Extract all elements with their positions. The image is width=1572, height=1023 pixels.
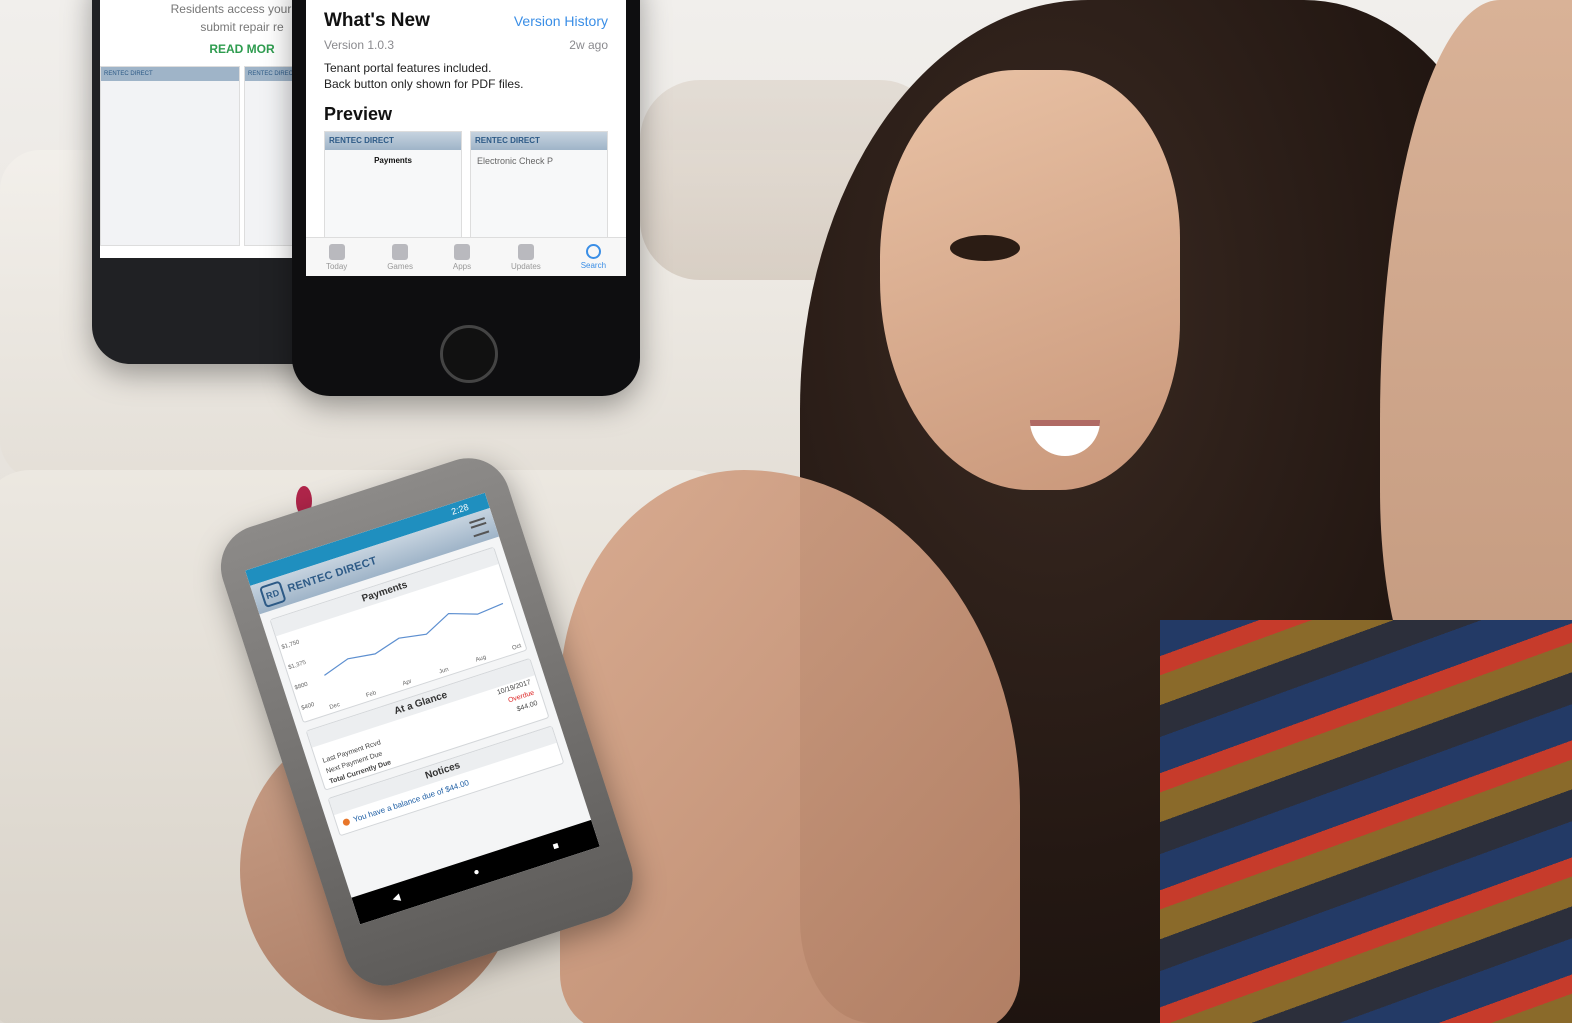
x-tick-label: Dec [329, 702, 341, 711]
tab-label: Apps [452, 261, 472, 271]
tab-label: Search [580, 261, 607, 270]
tab-search[interactable]: Search [581, 244, 606, 270]
x-tick-label: Feb [365, 690, 377, 699]
tab-apps[interactable]: Apps [452, 243, 472, 271]
x-tick-label: Oct [512, 643, 523, 652]
preview-thumbnail[interactable]: RENTEC DIRECT Payments [324, 131, 462, 253]
tab-games[interactable]: Games [387, 243, 413, 271]
whats-new-heading: What's New [324, 10, 430, 31]
thumb-title: Payments [374, 156, 412, 165]
download-icon [517, 243, 534, 260]
today-icon [328, 243, 345, 260]
tab-label: Updates [511, 261, 541, 271]
tab-label: Games [387, 261, 413, 271]
y-tick-label: $1,750 [281, 639, 301, 651]
iphone: What's New Version History Version 1.0.3… [292, 0, 640, 396]
y-tick-label: $400 [301, 702, 316, 712]
x-tick-label: Apr [402, 679, 413, 688]
android-navbar: ◀ ● ■ [351, 819, 600, 925]
release-age: 2w ago [569, 38, 608, 52]
thumb-brand: RENTEC DIRECT [471, 132, 607, 150]
preview-thumbnail[interactable]: RENTEC DIRECT Electronic Check P [470, 131, 608, 253]
back-icon[interactable]: ◀ [391, 892, 402, 905]
tab-updates[interactable]: Updates [511, 243, 541, 271]
release-note-line: Tenant portal features included. [324, 61, 492, 75]
hamburger-menu-icon[interactable] [469, 517, 490, 538]
thumb-title: Electronic Check P [477, 156, 554, 166]
release-notes: Tenant portal features included. Back bu… [324, 60, 608, 92]
mini-brand: RENTEC DIRECT [101, 67, 239, 81]
striped-shirt [1160, 620, 1572, 1023]
version-label: Version 1.0.3 [324, 38, 395, 52]
app-store-screen: What's New Version History Version 1.0.3… [306, 0, 626, 276]
app-store-tabbar: Today Games Apps Updates Search [306, 237, 626, 276]
home-icon[interactable]: ● [472, 866, 481, 878]
y-tick-label: $1,375 [288, 660, 308, 672]
mini-screenshot: RENTEC DIRECT [100, 66, 240, 246]
alert-icon [341, 817, 351, 827]
tab-label: Today [325, 261, 348, 271]
search-icon [585, 244, 601, 259]
version-history-link[interactable]: Version History [514, 13, 608, 29]
release-note-line: Back button only shown for PDF files. [324, 77, 524, 91]
x-tick-label: Jun [438, 667, 449, 676]
x-tick-label: Aug [475, 655, 487, 664]
layers-icon [453, 243, 470, 260]
recents-icon[interactable]: ■ [551, 840, 560, 852]
rentec-logo: RD [258, 580, 287, 609]
y-tick-label: $800 [294, 681, 309, 691]
tab-today[interactable]: Today [325, 243, 348, 271]
home-button[interactable] [440, 325, 498, 383]
woman-eye [950, 235, 1020, 261]
preview-thumbnails: RENTEC DIRECT Payments RENTEC DIRECT Ele… [324, 131, 608, 253]
preview-heading: Preview [324, 104, 393, 124]
thumb-brand: RENTEC DIRECT [325, 132, 461, 150]
rocket-icon [392, 243, 409, 260]
